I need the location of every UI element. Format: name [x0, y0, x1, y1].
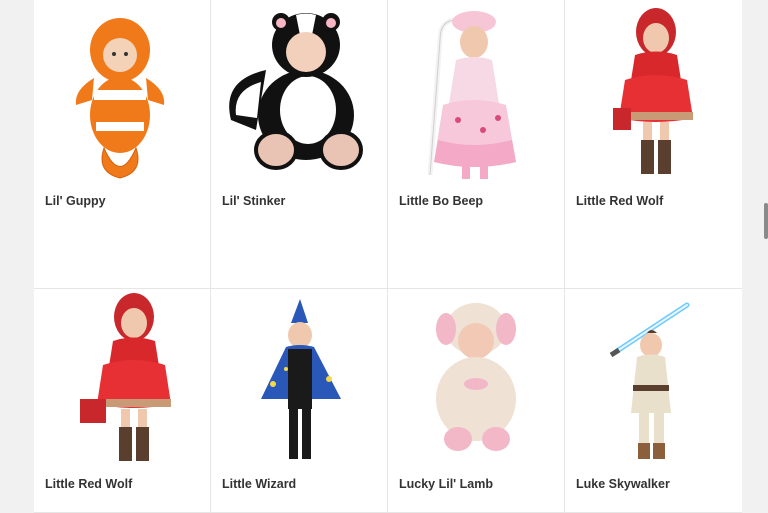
- luke-skywalker-costume-image[interactable]: [565, 289, 742, 469]
- wizard-costume-image[interactable]: [211, 289, 387, 469]
- product-name[interactable]: Little Red Wolf: [45, 477, 132, 491]
- product-name[interactable]: Little Wizard: [222, 477, 296, 491]
- lamb-costume-image[interactable]: [388, 289, 564, 469]
- product-name[interactable]: Lucky Lil' Lamb: [399, 477, 493, 491]
- page: Lil' Guppy Lil' Stinker Little Bo Beep L…: [0, 0, 768, 513]
- product-card[interactable]: Little Bo Beep: [388, 0, 565, 289]
- scrollbar[interactable]: [758, 0, 768, 513]
- product-name[interactable]: Lil' Guppy: [45, 194, 106, 208]
- product-card[interactable]: Little Wizard: [211, 289, 388, 513]
- red-wolf-costume-image[interactable]: [565, 0, 742, 185]
- skunk-costume-image[interactable]: [211, 0, 387, 185]
- product-card[interactable]: Lil' Stinker: [211, 0, 388, 289]
- product-name[interactable]: Little Red Wolf: [576, 194, 663, 208]
- product-name[interactable]: Lil' Stinker: [222, 194, 285, 208]
- scrollbar-thumb[interactable]: [764, 203, 768, 239]
- product-name[interactable]: Luke Skywalker: [576, 477, 670, 491]
- red-wolf-costume-image[interactable]: [34, 289, 210, 469]
- product-card[interactable]: Luke Skywalker: [565, 289, 742, 513]
- product-card[interactable]: Lil' Guppy: [34, 0, 211, 289]
- product-name[interactable]: Little Bo Beep: [399, 194, 483, 208]
- product-card[interactable]: Little Red Wolf: [34, 289, 211, 513]
- product-card[interactable]: Little Red Wolf: [565, 0, 742, 289]
- product-grid: Lil' Guppy Lil' Stinker Little Bo Beep L…: [34, 0, 742, 513]
- product-card[interactable]: Lucky Lil' Lamb: [388, 289, 565, 513]
- bo-peep-costume-image[interactable]: [388, 0, 564, 185]
- clownfish-costume-image[interactable]: [34, 0, 210, 185]
